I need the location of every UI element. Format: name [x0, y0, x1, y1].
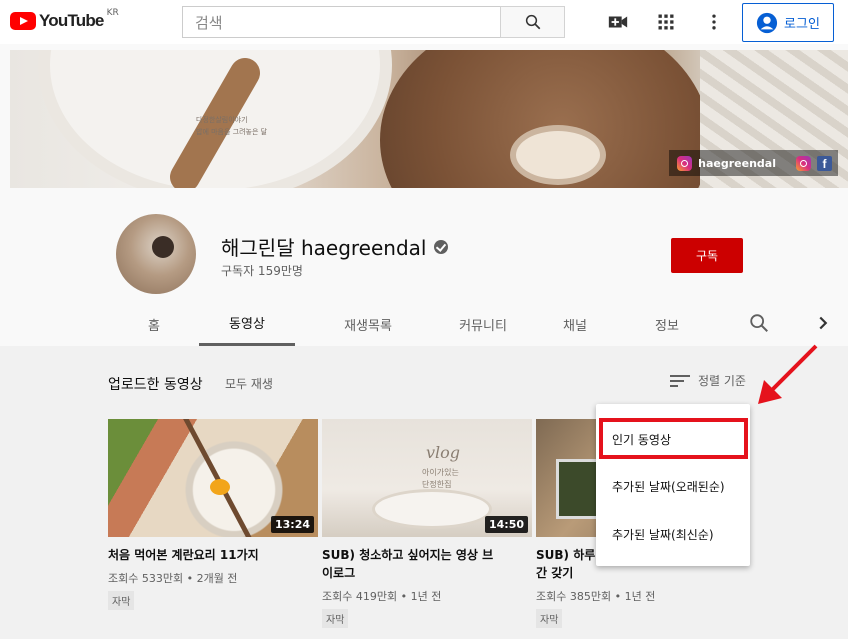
search-bar: 검색 — [182, 6, 565, 38]
channel-name-text: 해그린달 haegreendal — [221, 236, 427, 260]
video-title-line1: SUB) 청소하고 싶어지는 영상 브 — [322, 548, 494, 562]
sort-option-oldest[interactable]: 추가된 날짜(오래된순) — [596, 464, 750, 508]
verified-icon — [434, 239, 449, 254]
thumb-subtitle-line1: 아이가있는 — [422, 468, 459, 477]
video-thumbnail[interactable]: 13:24 — [108, 419, 318, 537]
section-title[interactable]: 업로드한 동영상 — [108, 374, 203, 394]
video-title-line1: 처음 먹어본 계란요리 11가지 — [108, 548, 259, 562]
thumb-subtitle-line2: 단정한집 — [422, 480, 452, 489]
video-card[interactable]: 13:24 처음 먹어본 계란요리 11가지 조회수 533만회 • 2개월 전… — [108, 419, 318, 610]
banner-caption-line2: 밥에 마음을 그려놓은 달 — [196, 128, 268, 136]
video-card[interactable]: vlog 아이가있는 단정한집 14:50 SUB) 청소하고 싶어지는 영상 … — [322, 419, 532, 628]
sort-dropdown: 인기 동영상 추가된 날짜(오래된순) 추가된 날짜(최신순) — [596, 404, 750, 566]
play-all-link[interactable]: 모두 재생 — [225, 375, 273, 392]
video-title[interactable]: SUB) 청소하고 싶어지는 영상 브 이로그 — [322, 546, 532, 582]
search-button[interactable] — [500, 6, 565, 38]
facebook-icon[interactable]: f — [817, 155, 832, 171]
login-label: 로그인 — [784, 17, 820, 32]
caption-badge: 자막 — [322, 609, 349, 628]
sort-option-newest[interactable]: 추가된 날짜(최신순) — [596, 512, 750, 556]
video-title[interactable]: 처음 먹어본 계란요리 11가지 — [108, 546, 318, 564]
caption-badge: 자막 — [536, 609, 563, 628]
apps-button[interactable] — [655, 11, 677, 33]
create-video-button[interactable] — [607, 11, 629, 33]
instagram-icon[interactable] — [677, 155, 693, 171]
region-code: KR — [106, 8, 119, 18]
tab-channels[interactable]: 채널 — [550, 302, 600, 346]
social-handle[interactable]: haegreendal — [698, 157, 776, 170]
tab-community[interactable]: 커뮤니티 — [437, 302, 529, 346]
search-icon — [525, 14, 540, 30]
channel-name: 해그린달 haegreendal — [221, 232, 449, 261]
video-title-line2: 이로그 — [322, 566, 356, 580]
thumb-vlog-text: vlog — [426, 443, 461, 462]
tab-playlists[interactable]: 재생목록 — [322, 302, 414, 346]
banner-caption-line1: 다정한살림이야기 — [196, 116, 248, 124]
thumb-subtitle: 아이가있는 단정한집 — [422, 467, 459, 491]
subscribe-button[interactable]: 구독 — [671, 238, 743, 273]
apps-grid-icon — [658, 14, 674, 30]
subscriber-count: 구독자 159만명 — [221, 264, 303, 278]
video-camera-icon — [608, 16, 628, 28]
channel-header: 해그린달 haegreendal 구독자 159만명 구독 홈 동영상 재생목록… — [10, 198, 848, 346]
sort-icon — [670, 374, 690, 388]
instagram-link-icon[interactable] — [796, 155, 811, 171]
tab-home[interactable]: 홈 — [136, 302, 172, 346]
search-placeholder: 검색 — [195, 13, 223, 32]
channel-banner: 다정한살림이야기 밥에 마음을 그려놓은 달 haegreendal f — [10, 50, 848, 188]
social-links: haegreendal f — [669, 150, 838, 176]
search-input[interactable]: 검색 — [182, 6, 500, 38]
caption-badge: 자막 — [108, 591, 135, 610]
video-duration: 13:24 — [270, 516, 314, 533]
youtube-play-icon — [10, 12, 36, 30]
login-button[interactable]: 로그인 — [742, 3, 834, 42]
video-meta: 조회수 533만회 • 2개월 전 — [108, 572, 238, 585]
banner-caption: 다정한살림이야기 밥에 마음을 그려놓은 달 — [196, 114, 267, 138]
sort-button[interactable]: 정렬 기준 — [670, 372, 746, 389]
thumb-chopstick — [183, 419, 258, 537]
video-duration: 14:50 — [484, 516, 528, 533]
video-meta: 조회수 419만회 • 1년 전 — [322, 590, 442, 603]
video-meta: 조회수 385만회 • 1년 전 — [536, 590, 656, 603]
channel-avatar[interactable] — [116, 214, 196, 294]
video-thumbnail[interactable]: vlog 아이가있는 단정한집 14:50 — [322, 419, 532, 537]
highlight-box — [599, 418, 748, 459]
banner-mushroom — [510, 125, 606, 185]
logo-text: YouTube — [39, 11, 104, 30]
thumb-table — [372, 489, 492, 529]
thumb-yolk — [210, 479, 230, 495]
top-header: YouTube KR 검색 로그인 — [0, 0, 848, 44]
settings-menu-button[interactable] — [703, 11, 725, 33]
tab-about[interactable]: 정보 — [642, 302, 692, 346]
tab-videos[interactable]: 동영상 — [199, 302, 295, 346]
video-title-line2: 간 갖기 — [536, 566, 574, 580]
youtube-logo[interactable]: YouTube KR — [10, 8, 119, 31]
more-vert-icon — [712, 14, 716, 30]
account-icon — [756, 12, 778, 33]
search-channel-icon[interactable] — [748, 312, 770, 334]
sort-label: 정렬 기준 — [698, 374, 746, 388]
channel-tabs: 홈 동영상 재생목록 커뮤니티 채널 정보 — [10, 302, 848, 346]
chevron-right-icon[interactable] — [812, 312, 834, 334]
